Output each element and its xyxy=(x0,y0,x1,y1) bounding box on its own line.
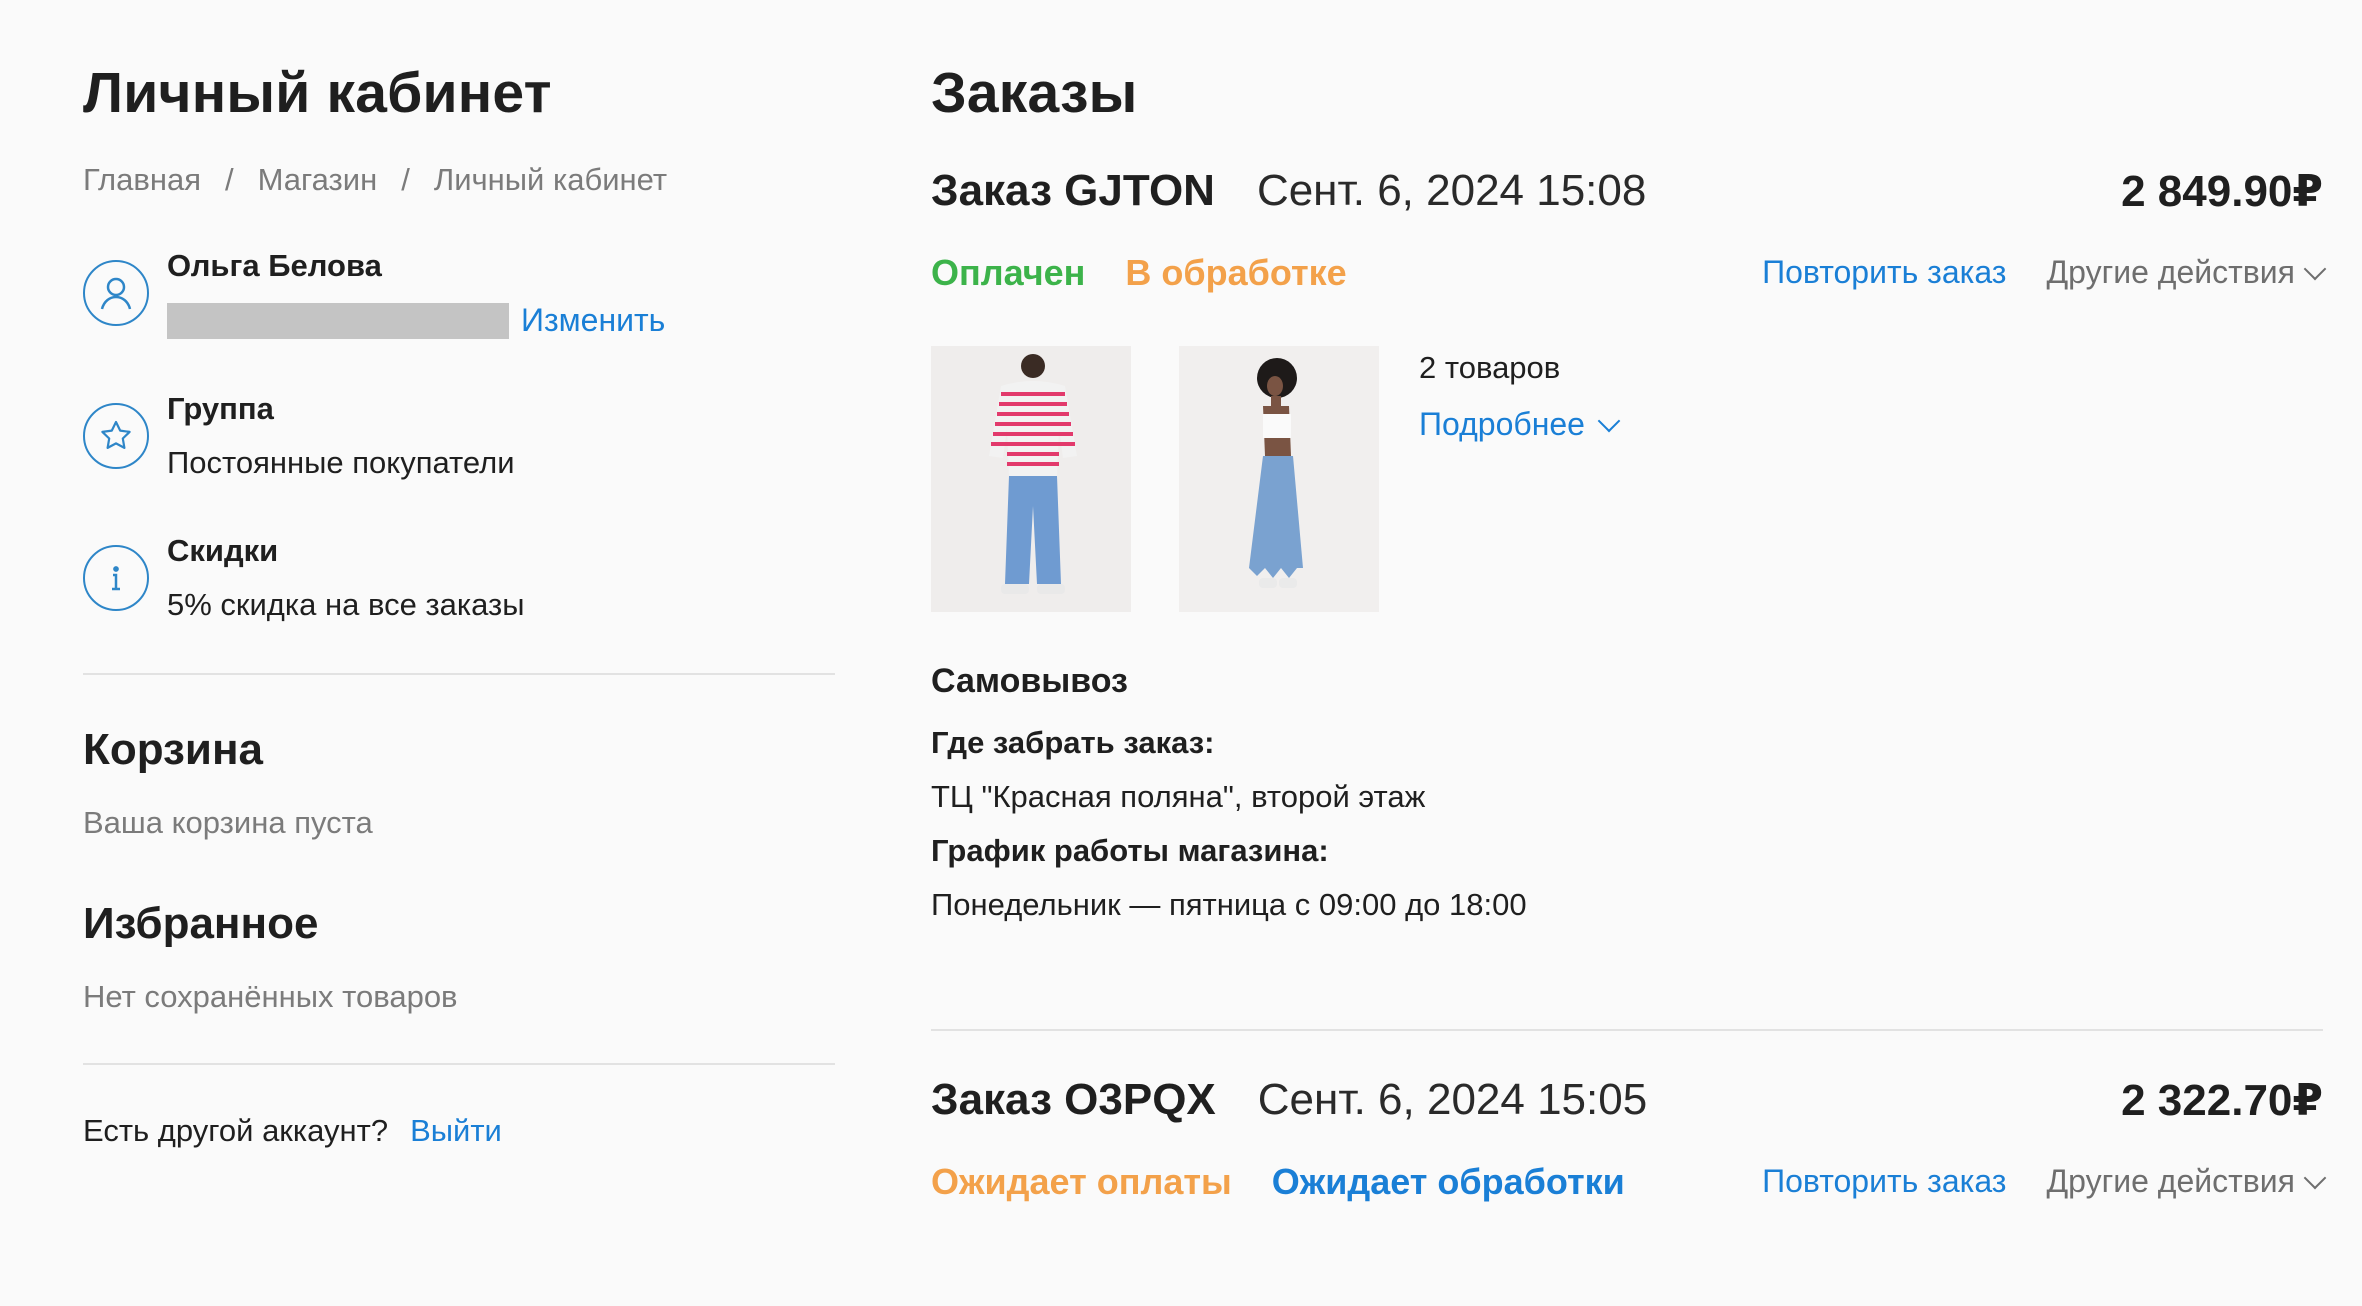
page-title: Личный кабинет xyxy=(83,61,552,125)
product-image[interactable] xyxy=(931,346,1131,612)
order-date: Сент. 6, 2024 15:05 xyxy=(1257,1075,1648,1124)
other-actions-dropdown[interactable]: Другие действия xyxy=(2046,254,2327,291)
chevron-down-icon xyxy=(2303,257,2327,280)
breadcrumb-separator: / xyxy=(401,162,410,197)
divider xyxy=(83,673,835,675)
pickup-label: Где забрать заказ: xyxy=(931,725,1215,760)
product-image[interactable] xyxy=(1179,346,1379,612)
delivery-method: Самовывоз xyxy=(931,662,1128,700)
payment-status: Ожидает оплаты xyxy=(931,1161,1232,1202)
breadcrumb-current: Личный кабинет xyxy=(433,162,668,197)
breadcrumb-home[interactable]: Главная xyxy=(83,162,201,198)
order-card: Заказ GJTON Сент. 6, 2024 15:08 2 849.90… xyxy=(931,166,2327,923)
masked-email xyxy=(167,302,509,339)
user-row: Ольга Белова Изменить xyxy=(83,248,835,339)
processing-status: В обработке xyxy=(1125,252,1347,293)
divider xyxy=(931,1029,2323,1031)
favorites-title: Избранное xyxy=(83,899,319,948)
details-toggle[interactable]: Подробнее xyxy=(1419,406,1621,443)
order-header: Заказ GJTON Сент. 6, 2024 15:08 2 849.90… xyxy=(931,166,2323,226)
order-header: Заказ O3PQX Сент. 6, 2024 15:05 2 322.70… xyxy=(931,1075,2323,1135)
divider xyxy=(83,1063,835,1065)
cart-title: Корзина xyxy=(83,725,263,774)
account-page: Личный кабинет Главная / Магазин / Личны… xyxy=(0,0,2362,1306)
user-icon xyxy=(83,260,149,326)
hours-label: График работы магазина: xyxy=(931,833,1329,868)
payment-status: Оплачен xyxy=(931,252,1086,293)
other-actions-label: Другие действия xyxy=(2046,254,2295,290)
group-value: Постоянные покупатели xyxy=(167,445,515,480)
discount-row: Скидки 5% скидка на все заказы xyxy=(83,533,835,623)
discount-title: Скидки xyxy=(167,533,279,568)
edit-profile-link[interactable]: Изменить xyxy=(521,302,665,339)
chevron-down-icon xyxy=(2303,1166,2327,1189)
other-actions-label: Другие действия xyxy=(2046,1163,2295,1199)
account-switch: Есть другой аккаунт? Выйти xyxy=(83,1113,835,1149)
orders-title: Заказы xyxy=(931,61,1138,125)
other-actions-dropdown[interactable]: Другие действия xyxy=(2046,1163,2327,1200)
breadcrumb-shop[interactable]: Магазин xyxy=(258,162,378,198)
order-items: 2 товаров Подробнее xyxy=(931,346,2323,612)
cart-empty-text: Ваша корзина пуста xyxy=(83,805,373,840)
info-icon xyxy=(83,545,149,611)
order-date: Сент. 6, 2024 15:08 xyxy=(1256,166,1647,215)
order-number[interactable]: Заказ O3PQX xyxy=(931,1075,1216,1125)
breadcrumb-separator: / xyxy=(225,162,234,197)
group-title: Группа xyxy=(167,391,274,426)
processing-status: Ожидает обработки xyxy=(1271,1161,1625,1202)
account-question: Есть другой аккаунт? xyxy=(83,1113,389,1148)
logout-link[interactable]: Выйти xyxy=(410,1113,502,1149)
repeat-order-button[interactable]: Повторить заказ xyxy=(1762,254,2006,291)
order-total: 2 849.90₽ xyxy=(2121,167,2323,216)
order-card: Заказ O3PQX Сент. 6, 2024 15:05 2 322.70… xyxy=(931,1075,2327,1207)
details-label: Подробнее xyxy=(1419,406,1585,442)
order-status-row: Оплачен В обработке Повторить заказ Друг… xyxy=(931,248,2327,298)
hours-value: Понедельник — пятница с 09:00 до 18:00 xyxy=(931,887,1527,922)
star-icon xyxy=(83,403,149,469)
breadcrumb: Главная / Магазин / Личный кабинет xyxy=(83,162,835,198)
user-name: Ольга Белова xyxy=(167,248,382,283)
pickup-address: ТЦ "Красная поляна", второй этаж xyxy=(931,779,1426,814)
repeat-order-button[interactable]: Повторить заказ xyxy=(1762,1163,2006,1200)
chevron-down-icon xyxy=(1597,409,1621,432)
profile-sidebar: Личный кабинет Главная / Магазин / Личны… xyxy=(83,60,835,1149)
order-total: 2 322.70₽ xyxy=(2121,1076,2323,1125)
items-count: 2 товаров xyxy=(1419,350,1561,385)
order-status-row: Ожидает оплаты Ожидает обработки Повтори… xyxy=(931,1157,2327,1207)
group-row: Группа Постоянные покупатели xyxy=(83,391,835,481)
discount-value: 5% скидка на все заказы xyxy=(167,587,525,622)
order-number[interactable]: Заказ GJTON xyxy=(931,166,1215,216)
favorites-empty-text: Нет сохранённых товаров xyxy=(83,979,458,1014)
orders-section: Заказы Заказ GJTON Сент. 6, 2024 15:08 2… xyxy=(931,60,2327,1207)
